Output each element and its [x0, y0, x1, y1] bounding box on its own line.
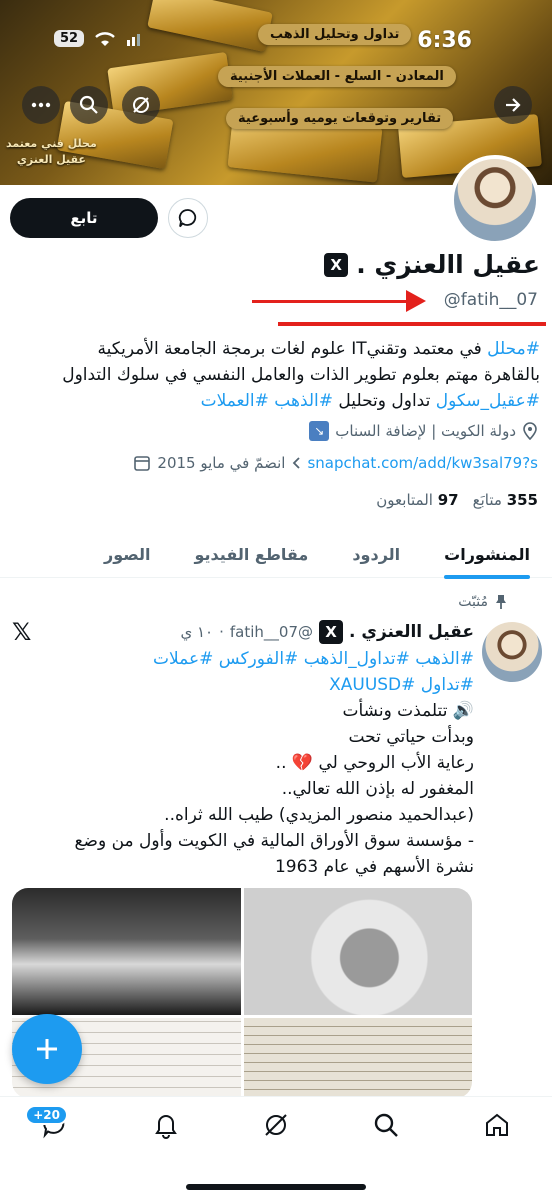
display-name-text: عقيل االعنزي .: [356, 250, 540, 279]
search-button[interactable]: [70, 86, 108, 124]
hashtag-link[interactable]: #العملات: [201, 391, 269, 411]
post-line: وبدأت حياتي تحت: [348, 727, 474, 747]
post-media-grid: [12, 888, 472, 1098]
calendar-icon: [134, 456, 151, 471]
pinned-indicator: مُثبّت: [458, 594, 508, 610]
followers-count-link[interactable]: 97 المتابعون: [376, 491, 458, 509]
post-hashtags[interactable]: #الذهب #تداول_الذهب #الفوركس #عملات: [10, 646, 474, 672]
banner-analyst-tag: محلل فني معتمد عقيل العنزي: [6, 137, 97, 166]
back-button[interactable]: [494, 86, 532, 124]
bell-icon: [154, 1115, 177, 1139]
tab-videos[interactable]: مقاطع الفيديو: [173, 530, 331, 578]
grok-button[interactable]: [122, 86, 160, 124]
home-indicator: [186, 1184, 366, 1190]
post-author-name[interactable]: عقيل االعنزي .: [349, 622, 474, 642]
post-line: 🔊 تتلمذت ونشأت: [342, 701, 474, 721]
post-body: #الذهب #تداول_الذهب #الفوركس #عملات #تدا…: [10, 646, 474, 880]
hashtag-link[interactable]: #محلل: [487, 339, 540, 359]
home-icon: [485, 1113, 508, 1136]
chevron-left-icon: [293, 457, 301, 469]
nav-grok[interactable]: [254, 1111, 298, 1155]
following-count-link[interactable]: 355 متابَع: [473, 491, 538, 509]
message-button[interactable]: [168, 198, 208, 238]
post-avatar[interactable]: [482, 622, 542, 682]
plus-icon: [37, 1039, 57, 1059]
follow-counts: 355 متابَع 97 المتابعون: [376, 491, 538, 509]
bio-text: في معتمد وتقنيIT علوم لغات برمجة الجامعة…: [97, 339, 488, 359]
wifi-icon: [95, 31, 115, 46]
bio-text: بالقاهرة مهتم بعلوم تطوير الذات والعامل …: [62, 365, 540, 385]
post-time: ١٠ ي: [180, 623, 214, 641]
banner-label: تقارير وتوقعات يوميه وأسبوعية: [226, 108, 454, 129]
x-badge-icon: X: [324, 252, 349, 277]
hashtag-link[interactable]: #الذهب: [274, 391, 333, 411]
tab-posts[interactable]: المنشورات: [422, 530, 552, 579]
arrow-right-icon: [506, 98, 521, 112]
post-hashtags[interactable]: #تداول #XAUUSD: [10, 672, 474, 698]
post-line: (عبدالحميد منصور المزيدي) طيب الله ثراه.…: [164, 805, 474, 825]
nav-notifications[interactable]: [144, 1111, 188, 1155]
more-button[interactable]: [22, 86, 60, 124]
search-icon: [375, 1113, 399, 1137]
location-pin-icon: [523, 422, 537, 440]
grok-icon: [265, 1114, 287, 1136]
joined-date: انضمّ في مايو 2015: [157, 454, 286, 472]
banner-label: تداول وتحليل الذهب: [258, 24, 412, 45]
post-photo[interactable]: [12, 888, 241, 1015]
display-name: عقيل االعنزي . X: [324, 250, 540, 279]
arrow-emoji-icon: ↘: [309, 421, 330, 441]
profile-banner[interactable]: تداول وتحليل الذهب المعادن - السلع - الع…: [0, 0, 552, 185]
status-time: 6:36: [417, 28, 472, 53]
pin-icon: [496, 595, 506, 609]
post-photo[interactable]: [243, 1018, 472, 1098]
compose-button[interactable]: [12, 1014, 82, 1084]
tab-replies[interactable]: الردود: [330, 530, 422, 578]
nav-messages[interactable]: +20: [25, 1105, 77, 1155]
annotation-underline: [278, 322, 546, 326]
website-link[interactable]: snapchat.com/add/kw3sal79?s: [307, 454, 538, 472]
post-dot-separator: ·: [219, 623, 224, 641]
profile-meta: snapchat.com/add/kw3sal79?s انضمّ في ماي…: [10, 454, 538, 472]
status-icons: 52: [54, 30, 142, 47]
hashtag-link[interactable]: #عقيل_سكول: [436, 391, 540, 411]
x-badge-icon: X: [319, 620, 343, 644]
battery-indicator: 52: [54, 30, 85, 47]
pinned-label: مُثبّت: [458, 594, 488, 610]
post-header: عقيل االعنزي . X @fatih__07 · ١٠ ي: [180, 620, 474, 644]
profile-bio: #محلل في معتمد وتقنيIT علوم لغات برمجة ا…: [10, 336, 540, 414]
post-photo[interactable]: [243, 888, 472, 1015]
tab-photos[interactable]: الصور: [82, 530, 173, 578]
gold-bar: [147, 0, 273, 53]
nav-search[interactable]: [364, 1111, 408, 1155]
post-line: نشرة الأسهم في عام 1963: [274, 857, 474, 877]
post-line: - مؤسسة سوق الأوراق المالية في الكويت وأ…: [74, 831, 474, 851]
profile-location: دولة الكويت | لإضافة السناب ↘: [10, 421, 538, 441]
location-text: دولة الكويت | لإضافة السناب: [335, 422, 516, 440]
post-line: رعاية الأب الروحي لي 💔 ..: [275, 753, 474, 773]
post-line: المغفور له بإذن الله تعالي..: [281, 779, 474, 799]
x-logo-icon: 𝕏: [12, 618, 32, 646]
more-icon: [31, 102, 51, 108]
bio-text: تداول وتحليل: [333, 391, 436, 411]
messages-badge: +20: [25, 1105, 68, 1125]
search-icon: [79, 95, 98, 114]
grok-icon: [133, 97, 149, 113]
annotation-arrow: [252, 300, 416, 303]
signal-icon: [127, 33, 141, 46]
message-icon: [178, 209, 197, 228]
profile-handle: @fatih__07: [443, 290, 538, 310]
banner-label: المعادن - السلع - العملات الأجنبية: [218, 66, 456, 87]
profile-avatar[interactable]: [450, 155, 540, 245]
profile-tabs: المنشورات الردود مقاطع الفيديو الصور: [0, 530, 552, 579]
post-author-handle: @fatih__07: [229, 623, 313, 641]
annotation-arrow-head: [406, 290, 426, 312]
follow-button[interactable]: تابع: [10, 198, 158, 238]
nav-home[interactable]: [475, 1111, 519, 1155]
